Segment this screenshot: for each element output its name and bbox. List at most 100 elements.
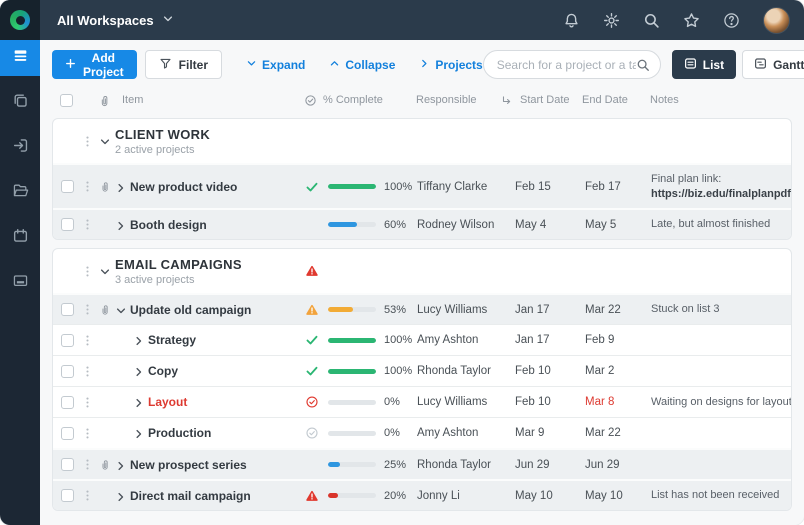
- collapse-link[interactable]: Collapse: [329, 58, 395, 72]
- main-content: Add Project Filter Expand Collapse Proje…: [40, 40, 804, 525]
- kebab-icon: [81, 489, 94, 502]
- expand-link[interactable]: Expand: [246, 58, 305, 72]
- group-title: CLIENT WORK: [115, 127, 305, 142]
- gantt-view-button[interactable]: Gantt: [742, 50, 804, 79]
- percent-complete-value: 100%: [384, 181, 412, 193]
- group-menu-button[interactable]: [81, 265, 99, 278]
- expander-chevron-icon[interactable]: [115, 459, 127, 471]
- table-row[interactable]: Production0%Amy AshtonMar 9Mar 22: [53, 417, 791, 448]
- column-header-start[interactable]: Start Date: [500, 94, 570, 107]
- row-checkbox[interactable]: [61, 218, 74, 231]
- avatar[interactable]: [763, 7, 790, 34]
- start-date-value: Jun 29: [501, 459, 571, 471]
- expand-label: Expand: [262, 58, 305, 72]
- gear-icon[interactable]: [603, 12, 620, 29]
- row-menu-button[interactable]: [81, 180, 99, 193]
- table-row[interactable]: Booth design60%Rodney WilsonMay 4May 5La…: [53, 208, 791, 239]
- warning-triangle-icon: [305, 264, 319, 278]
- bell-icon[interactable]: [563, 12, 580, 29]
- row-checkbox[interactable]: [61, 489, 74, 502]
- table-row[interactable]: Update old campaign53%Lucy WilliamsJan 1…: [53, 293, 791, 324]
- expander-chevron-icon[interactable]: [133, 334, 145, 346]
- column-header-item[interactable]: Item: [114, 94, 304, 106]
- sidebar-item-copy[interactable]: [0, 85, 40, 121]
- sidebar-item-stream[interactable]: [0, 40, 40, 76]
- expander-chevron-icon[interactable]: [133, 365, 145, 377]
- sidebar-item-calendar[interactable]: [0, 220, 40, 256]
- expander-chevron-icon[interactable]: [115, 181, 127, 193]
- row-checkbox[interactable]: [61, 303, 74, 316]
- column-header-complete[interactable]: % Complete: [304, 94, 416, 107]
- item-name: Booth design: [130, 218, 207, 232]
- row-checkbox[interactable]: [61, 458, 74, 471]
- gantt-view-icon: [754, 57, 767, 73]
- row-menu-button[interactable]: [81, 218, 99, 231]
- progress-bar: [328, 338, 376, 343]
- logo-icon: [10, 10, 30, 30]
- search-input[interactable]: [497, 58, 636, 72]
- projects-label: Projects: [435, 58, 482, 72]
- start-date-value: May 10: [501, 490, 571, 502]
- table-row[interactable]: Layout0%Lucy WilliamsFeb 10Mar 8Waiting …: [53, 386, 791, 417]
- row-menu-button[interactable]: [81, 427, 99, 440]
- add-project-button[interactable]: Add Project: [52, 50, 137, 79]
- select-all-checkbox[interactable]: [60, 94, 73, 107]
- sidebar-item-folders[interactable]: [0, 175, 40, 211]
- sidebar-item-signin[interactable]: [0, 130, 40, 166]
- filter-button[interactable]: Filter: [145, 50, 222, 79]
- end-date-value: Mar 2: [571, 365, 641, 377]
- collapse-label: Collapse: [345, 58, 395, 72]
- table-row[interactable]: New prospect series25%Rhonda TaylorJun 2…: [53, 448, 791, 479]
- table-row[interactable]: Direct mail campaign20%Jonny LiMay 10May…: [53, 479, 791, 510]
- expander-chevron-icon[interactable]: [115, 490, 127, 502]
- list-view-button[interactable]: List: [672, 50, 736, 79]
- row-menu-button[interactable]: [81, 489, 99, 502]
- circle-check-icon: [305, 395, 319, 409]
- expander-chevron-icon[interactable]: [133, 427, 145, 439]
- group-header[interactable]: EMAIL CAMPAIGNS3 active projects: [53, 249, 791, 293]
- table-row[interactable]: Strategy100%Amy AshtonJan 17Feb 9: [53, 324, 791, 355]
- column-header-end[interactable]: End Date: [570, 94, 640, 106]
- table-row[interactable]: Copy100%Rhonda TaylorFeb 10Mar 2: [53, 355, 791, 386]
- workspace-selector[interactable]: All Workspaces: [57, 13, 174, 28]
- expander-chevron-icon[interactable]: [115, 304, 127, 316]
- row-menu-button[interactable]: [81, 396, 99, 409]
- expander-chevron-icon[interactable]: [133, 396, 145, 408]
- row-menu-button[interactable]: [81, 303, 99, 316]
- folder-open-icon: [12, 182, 29, 204]
- item-name: New product video: [130, 180, 237, 194]
- row-menu-button[interactable]: [81, 365, 99, 378]
- star-icon[interactable]: [683, 12, 700, 29]
- group-header[interactable]: CLIENT WORK2 active projects: [53, 119, 791, 163]
- progress-bar: [328, 400, 376, 405]
- search-icon[interactable]: [643, 12, 660, 29]
- responsible-value: Rhonda Taylor: [417, 365, 501, 377]
- check-icon: [305, 180, 319, 194]
- row-checkbox[interactable]: [61, 180, 74, 193]
- item-name: New prospect series: [130, 458, 247, 472]
- toolbar: Add Project Filter Expand Collapse Proje…: [52, 50, 792, 79]
- row-menu-button[interactable]: [81, 334, 99, 347]
- column-header-notes[interactable]: Notes: [640, 94, 792, 106]
- sidebar-item-board[interactable]: [0, 265, 40, 301]
- column-header-responsible[interactable]: Responsible: [416, 94, 500, 106]
- group-collapse-toggle[interactable]: [99, 265, 115, 277]
- list-view-icon: [684, 57, 697, 73]
- group-menu-button[interactable]: [81, 135, 99, 148]
- row-menu-button[interactable]: [81, 458, 99, 471]
- row-checkbox[interactable]: [61, 334, 74, 347]
- row-checkbox[interactable]: [61, 427, 74, 440]
- app-logo[interactable]: [0, 0, 40, 40]
- stream-icon: [12, 47, 29, 69]
- table-row[interactable]: New product video100%Tiffany ClarkeFeb 1…: [53, 163, 791, 208]
- expander-chevron-icon[interactable]: [115, 219, 127, 231]
- help-icon[interactable]: [723, 12, 740, 29]
- responsible-value: Jonny Li: [417, 490, 501, 502]
- project-group-card: CLIENT WORK2 active projects New product …: [52, 118, 792, 240]
- row-checkbox[interactable]: [61, 365, 74, 378]
- group-collapse-toggle[interactable]: [99, 135, 115, 147]
- left-sidebar: [0, 40, 40, 525]
- projects-link[interactable]: Projects: [419, 58, 482, 72]
- paperclip-icon: [99, 180, 111, 193]
- row-checkbox[interactable]: [61, 396, 74, 409]
